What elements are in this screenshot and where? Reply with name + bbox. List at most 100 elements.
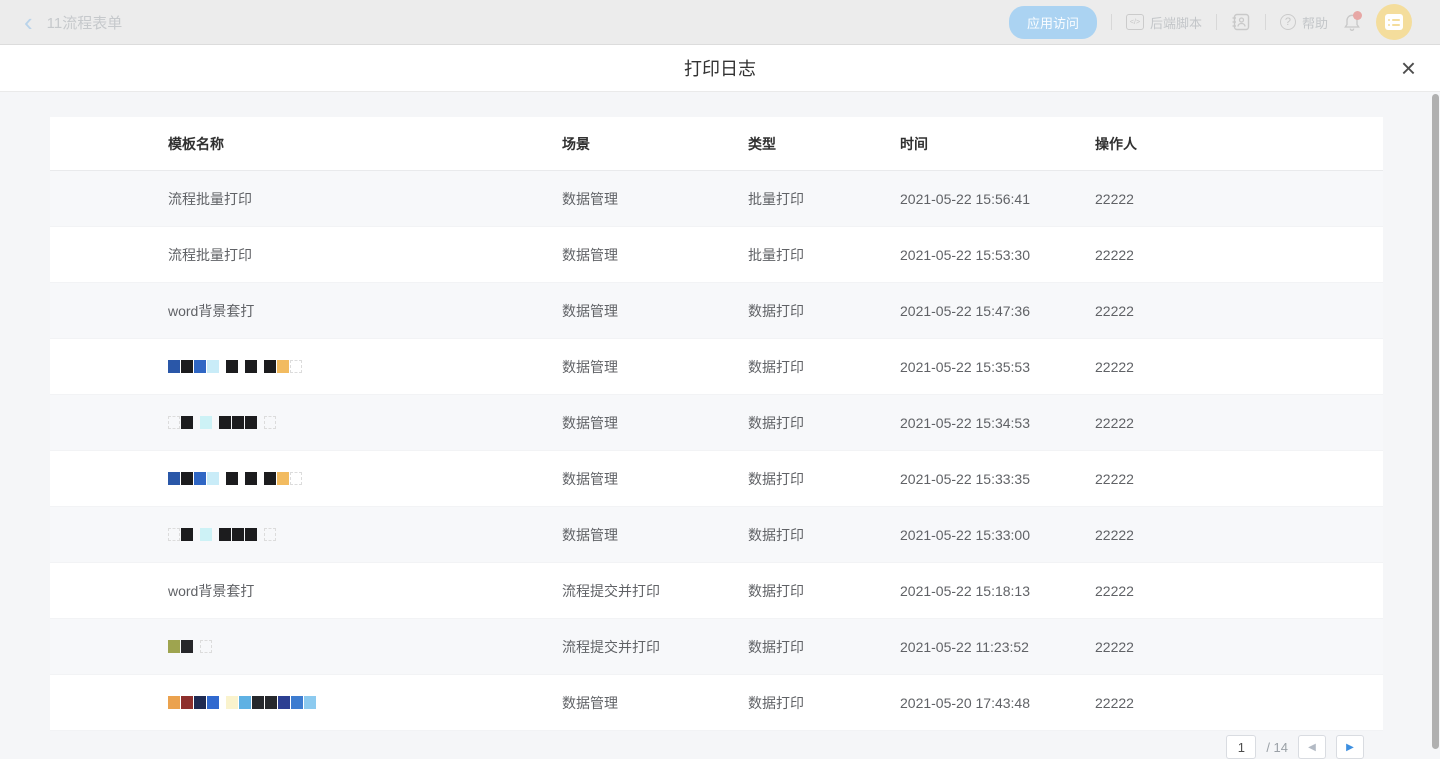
cell-type: 批量打印 — [748, 189, 900, 209]
app-access-button[interactable]: 应用访问 — [1009, 6, 1097, 39]
notifications-button[interactable] — [1342, 12, 1362, 32]
contacts-button[interactable] — [1231, 13, 1251, 31]
cell-operator: 22222 — [1095, 695, 1383, 711]
next-page-button[interactable]: ▶ — [1336, 735, 1364, 759]
redacted-template-name-blocks — [168, 472, 562, 486]
cell-template-name: word背景套打 — [50, 581, 562, 601]
cell-template-name — [50, 696, 562, 710]
scrollbar-thumb[interactable] — [1432, 94, 1439, 749]
cell-operator: 22222 — [1095, 303, 1383, 319]
modal-title: 打印日志 — [684, 55, 756, 81]
app-title: 11流程表单 — [47, 12, 123, 33]
cell-operator: 22222 — [1095, 639, 1383, 655]
divider — [1111, 14, 1112, 30]
cell-time: 2021-05-22 11:23:52 — [900, 639, 1095, 655]
color-block — [200, 528, 212, 541]
color-block — [194, 696, 206, 709]
cell-template-name — [50, 416, 562, 430]
color-block — [252, 696, 264, 709]
page-total-label: / 14 — [1266, 740, 1288, 755]
color-block — [239, 696, 251, 709]
cell-operator: 22222 — [1095, 471, 1383, 487]
color-block — [168, 640, 180, 653]
color-block — [168, 416, 180, 429]
cell-template-name — [50, 528, 562, 542]
print-log-modal-body: 模板名称 场景 类型 时间 操作人 流程批量打印数据管理批量打印2021-05-… — [0, 92, 1440, 757]
page-input[interactable] — [1226, 735, 1256, 759]
cell-scene: 数据管理 — [562, 525, 748, 545]
modal-header: 打印日志 × — [0, 45, 1440, 92]
table-header-row: 模板名称 场景 类型 时间 操作人 — [50, 117, 1383, 171]
contact-card-icon — [1231, 13, 1251, 31]
color-block — [181, 360, 193, 373]
color-block — [207, 360, 219, 373]
color-block — [181, 696, 193, 709]
table-row: word背景套打数据管理数据打印2021-05-22 15:47:3622222 — [50, 283, 1383, 339]
table-row: 数据管理数据打印2021-05-22 15:34:5322222 — [50, 395, 1383, 451]
color-block — [226, 360, 238, 373]
back-icon[interactable]: ‹ — [24, 12, 33, 32]
cell-scene: 数据管理 — [562, 693, 748, 713]
cell-template-name — [50, 472, 562, 486]
cell-scene: 数据管理 — [562, 301, 748, 321]
column-header-template-name: 模板名称 — [50, 134, 562, 154]
pagination: / 14 ◀ ▶ — [1226, 735, 1364, 759]
backend-script-label: 后端脚本 — [1150, 13, 1202, 32]
cell-time: 2021-05-22 15:33:35 — [900, 471, 1095, 487]
color-block — [258, 360, 263, 373]
cell-time: 2021-05-22 15:35:53 — [900, 359, 1095, 375]
cell-operator: 22222 — [1095, 415, 1383, 431]
help-button[interactable]: ? 帮助 — [1280, 13, 1328, 32]
cell-scene: 数据管理 — [562, 469, 748, 489]
color-block — [194, 640, 199, 653]
help-label: 帮助 — [1302, 13, 1328, 32]
table-row: 流程批量打印数据管理批量打印2021-05-22 15:53:3022222 — [50, 227, 1383, 283]
cell-time: 2021-05-22 15:33:00 — [900, 527, 1095, 543]
cell-time: 2021-05-22 15:53:30 — [900, 247, 1095, 263]
color-block — [291, 696, 303, 709]
color-block — [200, 416, 212, 429]
cell-scene: 数据管理 — [562, 189, 748, 209]
table-row: 流程提交并打印数据打印2021-05-22 11:23:5222222 — [50, 619, 1383, 675]
color-block — [219, 528, 231, 541]
color-block — [181, 472, 193, 485]
color-block — [245, 472, 257, 485]
redacted-template-name-blocks — [168, 640, 562, 654]
color-block — [194, 360, 206, 373]
color-block — [168, 360, 180, 373]
color-block — [181, 528, 193, 541]
cell-template-name: 流程批量打印 — [50, 189, 562, 209]
redacted-template-name-blocks — [168, 696, 562, 710]
scrollbar-track — [1431, 92, 1440, 757]
close-icon[interactable]: × — [1401, 58, 1416, 78]
color-block — [278, 696, 290, 709]
color-block — [168, 472, 180, 485]
avatar[interactable] — [1376, 4, 1412, 40]
cell-template-name: word背景套打 — [50, 301, 562, 321]
cell-time: 2021-05-22 15:56:41 — [900, 191, 1095, 207]
color-block — [264, 416, 276, 429]
cell-type: 数据打印 — [748, 581, 900, 601]
cell-time: 2021-05-22 15:47:36 — [900, 303, 1095, 319]
color-block — [226, 472, 238, 485]
cell-time: 2021-05-22 15:18:13 — [900, 583, 1095, 599]
prev-page-button[interactable]: ◀ — [1298, 735, 1326, 759]
cell-scene: 流程提交并打印 — [562, 637, 748, 657]
table-row: 流程批量打印数据管理批量打印2021-05-22 15:56:4122222 — [50, 171, 1383, 227]
form-icon — [1385, 14, 1403, 30]
cell-operator: 22222 — [1095, 583, 1383, 599]
column-header-time: 时间 — [900, 134, 1095, 154]
backend-script-button[interactable]: </> 后端脚本 — [1126, 13, 1202, 32]
cell-type: 数据打印 — [748, 301, 900, 321]
divider — [1216, 14, 1217, 30]
cell-time: 2021-05-20 17:43:48 — [900, 695, 1095, 711]
cell-operator: 22222 — [1095, 191, 1383, 207]
cell-type: 数据打印 — [748, 413, 900, 433]
color-block — [264, 360, 276, 373]
color-block — [258, 416, 263, 429]
color-block — [219, 416, 231, 429]
code-icon: </> — [1126, 14, 1144, 30]
cell-scene: 流程提交并打印 — [562, 581, 748, 601]
cell-operator: 22222 — [1095, 247, 1383, 263]
color-block — [220, 360, 225, 373]
